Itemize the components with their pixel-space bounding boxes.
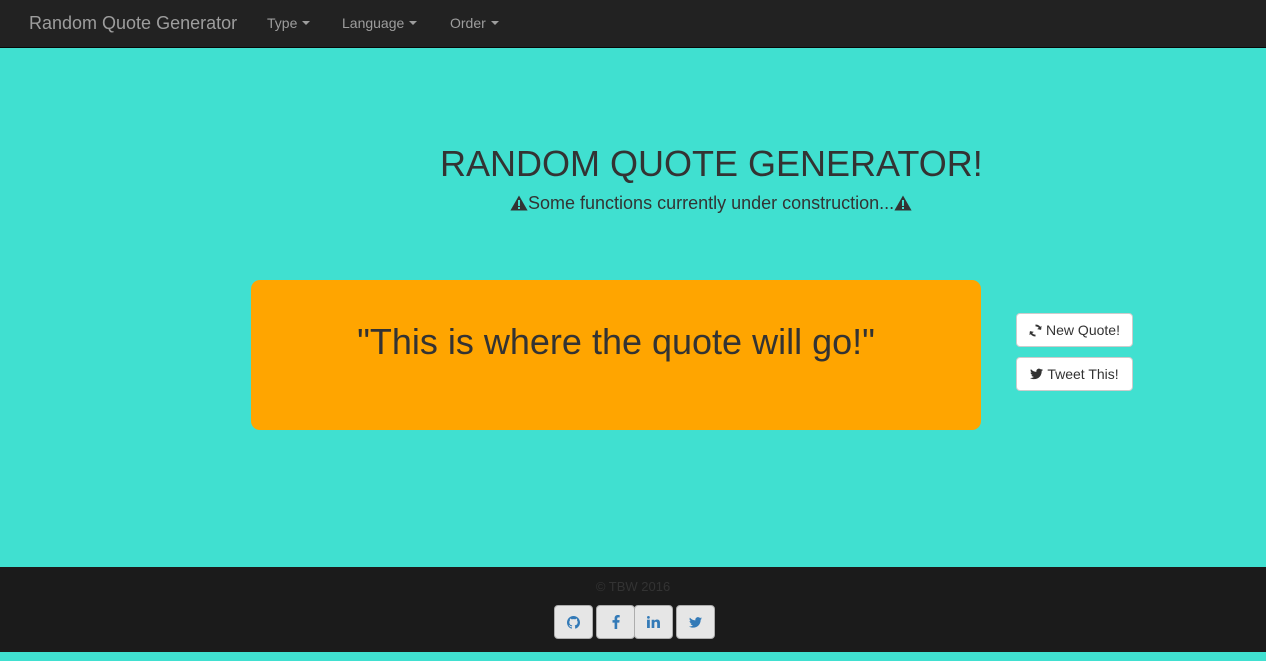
copyright-text: © TBW 2016 xyxy=(595,579,671,594)
footer: © TBW 2016 xyxy=(0,567,1266,652)
twitter-button[interactable] xyxy=(676,605,715,639)
nav-dropdown-type[interactable]: Type xyxy=(267,15,311,32)
page-title: RANDOM QUOTE GENERATOR! xyxy=(440,143,983,184)
new-quote-button[interactable]: New Quote! xyxy=(1016,313,1133,347)
github-button[interactable] xyxy=(554,605,593,639)
construction-notice: Some functions currently under construct… xyxy=(510,193,912,213)
tweet-label: Tweet This! xyxy=(1047,366,1119,382)
warning-icon xyxy=(894,195,912,211)
caret-down-icon xyxy=(302,21,311,26)
warning-icon xyxy=(510,195,528,211)
github-icon xyxy=(567,615,580,629)
quote-box: "This is where the quote will go!" xyxy=(251,280,981,430)
quote-text: "This is where the quote will go!" xyxy=(357,321,875,362)
nav-dropdown-language[interactable]: Language xyxy=(342,15,418,32)
navbar: Random Quote Generator Type Language Ord… xyxy=(0,0,1266,48)
construction-notice-text: Some functions currently under construct… xyxy=(528,193,895,213)
linkedin-icon xyxy=(647,616,660,628)
twitter-icon xyxy=(689,616,702,628)
caret-down-icon xyxy=(409,21,418,26)
linkedin-button[interactable] xyxy=(634,605,673,639)
twitter-icon xyxy=(1030,368,1044,380)
tweet-button[interactable]: Tweet This! xyxy=(1016,357,1133,391)
nav-dropdown-label: Type xyxy=(267,15,298,31)
facebook-button[interactable] xyxy=(596,605,635,639)
new-quote-label: New Quote! xyxy=(1046,322,1120,338)
facebook-icon xyxy=(612,615,620,629)
nav-dropdown-label: Order xyxy=(450,15,486,31)
caret-down-icon xyxy=(490,21,499,26)
nav-dropdown-order[interactable]: Order xyxy=(450,15,499,32)
nav-dropdown-label: Language xyxy=(342,15,405,31)
brand-link[interactable]: Random Quote Generator xyxy=(29,13,237,33)
refresh-icon xyxy=(1029,323,1042,337)
